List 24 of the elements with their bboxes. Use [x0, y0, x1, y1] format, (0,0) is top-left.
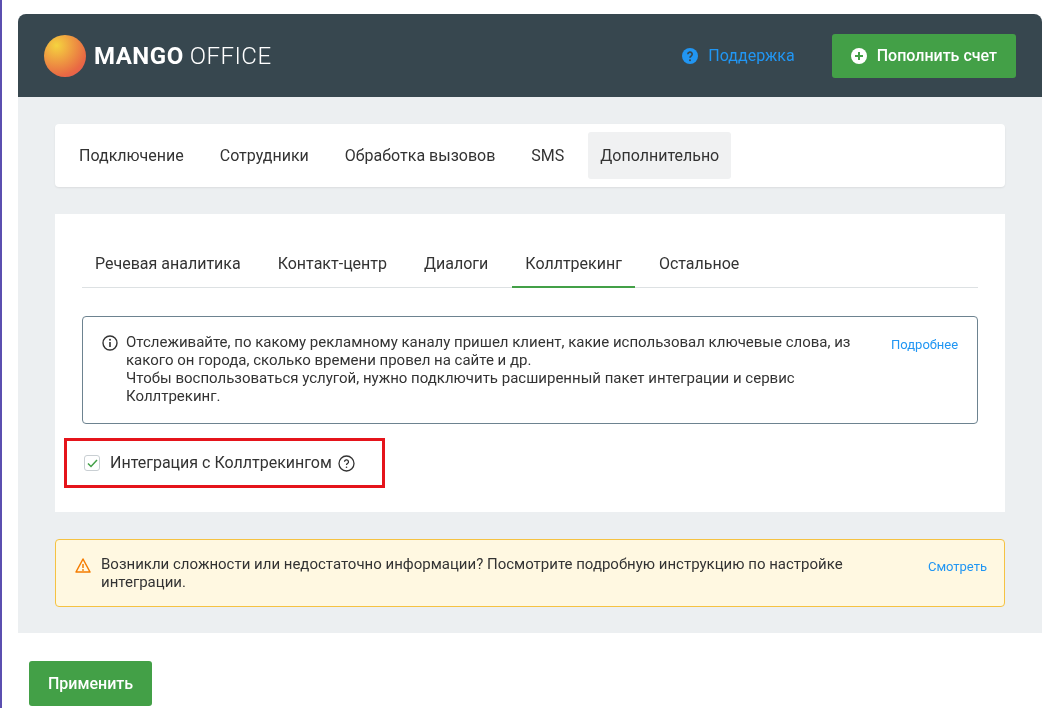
sub-tab[interactable]: Коллтрекинг [512, 242, 635, 288]
main-tab[interactable]: SMS [519, 132, 577, 179]
logo-brand: MANGO [94, 40, 184, 72]
checkmark-icon [86, 458, 98, 468]
checkbox[interactable] [84, 455, 100, 471]
info-icon [102, 335, 118, 351]
warning-text: Возникли сложности или недостаточно информации? Посмотрите подробную инструкцию по настройке интеграции. [101, 555, 844, 591]
plus-circle-icon [850, 47, 867, 64]
main-tab[interactable]: Сотрудники [207, 132, 321, 179]
logo-icon [44, 34, 86, 77]
main-tab[interactable]: Дополнительно [588, 132, 732, 179]
logo-suffix: OFFICE [189, 40, 272, 72]
sub-tab[interactable]: Речевая аналитика [82, 242, 254, 288]
help-icon [682, 47, 699, 64]
info-text: Отслеживайте, по какому рекламному каналу пришел клиент, какие использовал ключевые слова, из какого он города, сколько времени провел на сайте и др. [126, 333, 852, 369]
checkbox-label: Интеграция с Коллтрекингом [110, 452, 332, 474]
help-icon [337, 454, 355, 472]
info-text: Чтобы воспользоваться услугой, нужно подключить расширенный пакет интеграции и сервис Коллтрекинг. [126, 369, 796, 405]
warning-icon [75, 558, 91, 573]
sub-tab[interactable]: Контакт-центр [264, 242, 400, 288]
sub-tab[interactable]: Остальное [645, 242, 753, 288]
main-tab[interactable]: Обработка вызовов [332, 132, 508, 179]
sub-tab[interactable]: Диалоги [411, 242, 502, 288]
main-tab[interactable]: Подключение [67, 132, 196, 179]
